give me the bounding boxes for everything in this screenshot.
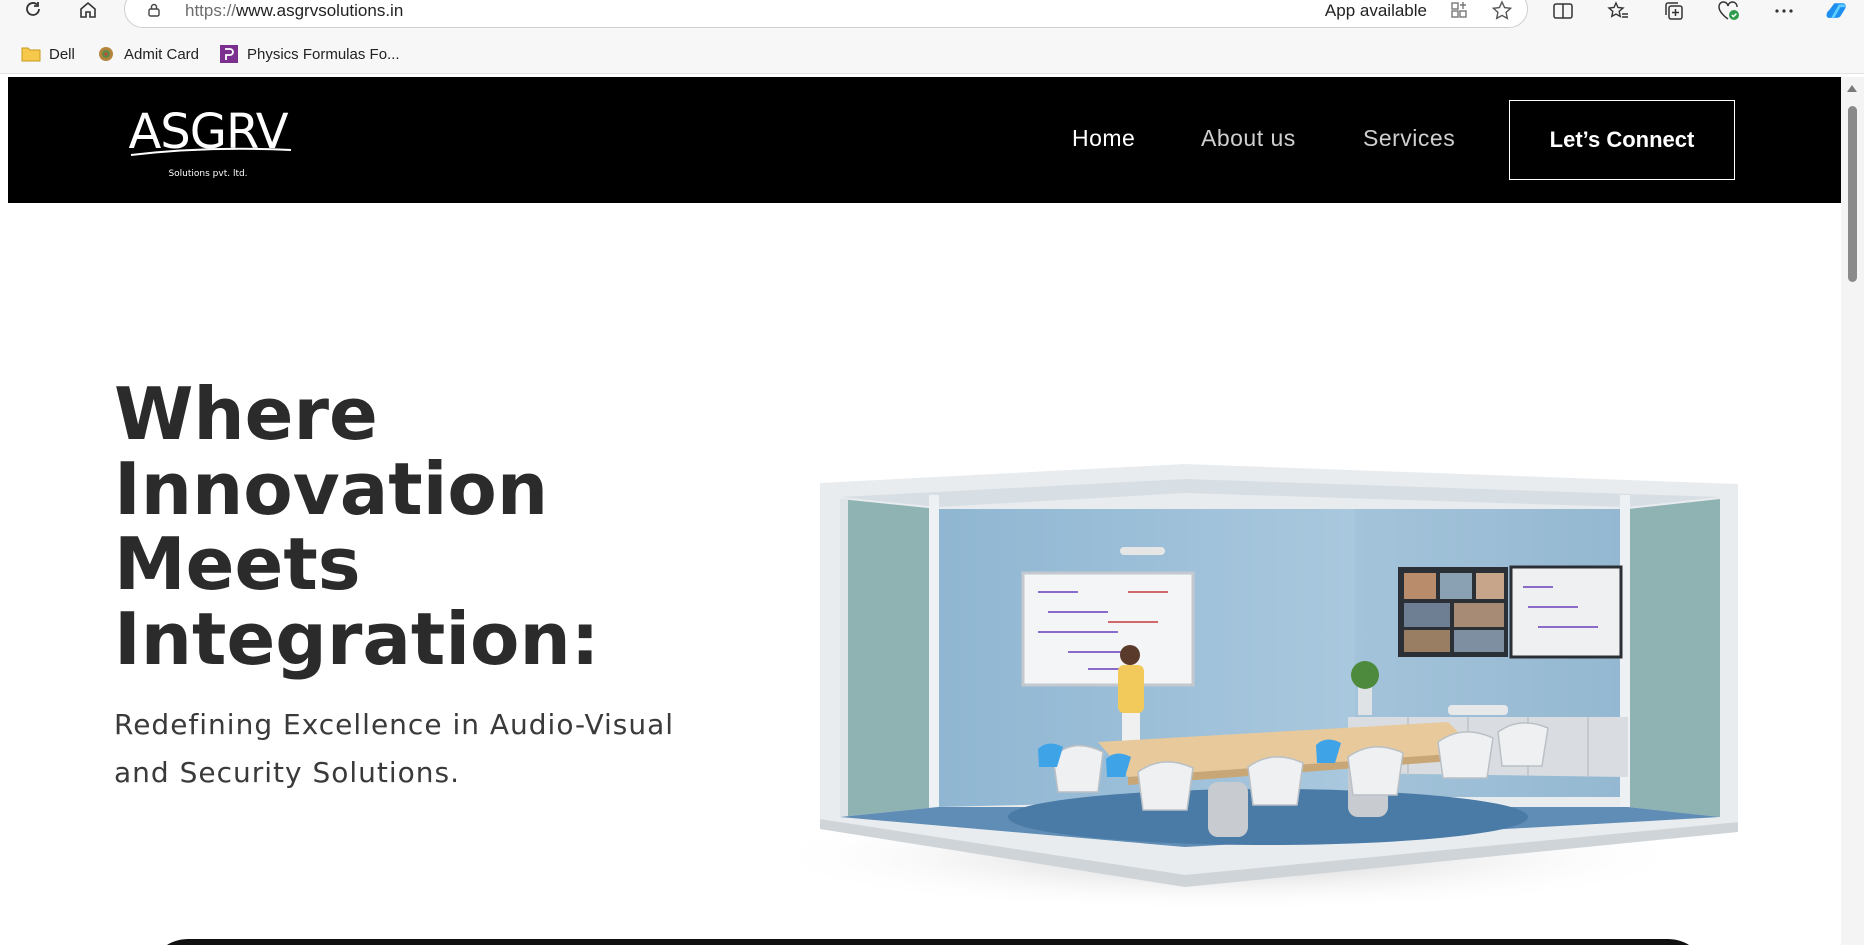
more-icon[interactable] xyxy=(1771,0,1797,22)
performance-icon[interactable] xyxy=(1716,0,1742,22)
refresh-icon[interactable] xyxy=(18,0,48,20)
app-install-icon[interactable] xyxy=(1449,0,1471,20)
split-screen-icon[interactable] xyxy=(1550,0,1576,22)
favorites-icon[interactable] xyxy=(1605,0,1631,22)
home-icon[interactable] xyxy=(73,0,103,20)
copilot-icon[interactable] xyxy=(1824,0,1850,22)
page-scrollbar[interactable] xyxy=(1841,77,1864,945)
hero-subtitle-line: Redefining Excellence in Audio-Visual xyxy=(114,708,675,741)
nav-services[interactable]: Services xyxy=(1363,125,1455,152)
app-available-label[interactable]: App available xyxy=(1325,1,1427,21)
asgrv-logo[interactable]: ASGRV Solutions pvt. ltd. xyxy=(123,102,293,182)
lock-icon[interactable] xyxy=(147,3,161,17)
hero-title-line: Innovation xyxy=(114,447,549,531)
hero-subtitle: Redefining Excellence in Audio-Visual an… xyxy=(114,701,734,797)
favorite-star-icon[interactable] xyxy=(1491,0,1513,20)
hero-title-line: Meets xyxy=(114,522,361,606)
address-bar[interactable]: https://www.asgrvsolutions.in App availa… xyxy=(124,0,1528,28)
logo-subtext: Solutions pvt. ltd. xyxy=(168,169,247,179)
scroll-thumb[interactable] xyxy=(1848,106,1857,282)
bookmark-label: Admit Card xyxy=(124,45,200,63)
bookmark-label: Dell xyxy=(49,45,75,63)
bookmark-admit-card[interactable]: Admit Card xyxy=(96,42,199,66)
bookmark-label: Physics Formulas Fo... xyxy=(247,45,400,63)
browser-toolbar: https://www.asgrvsolutions.in App availa… xyxy=(0,0,1864,34)
nav-home[interactable]: Home xyxy=(1072,125,1135,152)
bookmarks-bar: Dell Admit Card Physics Formulas Fo... xyxy=(0,34,1864,74)
page-viewport: ASGRV Solutions pvt. ltd. Home About us … xyxy=(8,77,1841,945)
lets-connect-label: Let’s Connect xyxy=(1549,127,1695,152)
scroll-up-arrow-icon[interactable] xyxy=(1847,85,1857,92)
collections-icon[interactable] xyxy=(1661,0,1687,22)
bookmark-physics-formulas[interactable]: Physics Formulas Fo... xyxy=(219,42,400,66)
bookmark-dell[interactable]: Dell xyxy=(21,42,75,66)
logo-text: ASGRV xyxy=(128,104,288,160)
next-section-bar xyxy=(148,939,1708,945)
site-icon xyxy=(220,45,238,63)
lets-connect-button[interactable]: Let’s Connect xyxy=(1509,100,1735,180)
hero-subtitle-line: and Security Solutions. xyxy=(114,756,461,789)
url-text[interactable]: https://www.asgrvsolutions.in xyxy=(185,1,403,21)
site-header: ASGRV Solutions pvt. ltd. Home About us … xyxy=(8,77,1841,203)
nav-about-us[interactable]: About us xyxy=(1201,125,1296,152)
conference-room-illustration xyxy=(758,464,1738,912)
hero-title-line: Where xyxy=(114,372,378,456)
hero-title: Where Innovation Meets Integration: xyxy=(114,377,754,677)
hero-title-line: Integration: xyxy=(114,597,600,681)
folder-icon xyxy=(21,47,41,62)
site-icon xyxy=(99,47,113,61)
